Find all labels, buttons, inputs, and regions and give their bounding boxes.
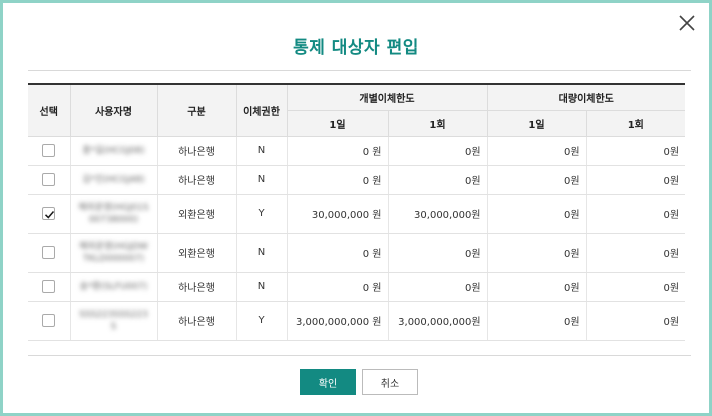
table-row: 홍*길(HCGJ08) 하나은행 N 0 원 0원 0원 0원	[28, 136, 686, 166]
category-cell: 하나은행	[157, 165, 237, 195]
ind-once-cell: 0원	[388, 272, 488, 302]
bulk-daily-cell: 0원	[487, 272, 587, 302]
bulk-once-cell: 0원	[586, 194, 686, 234]
row-checkbox[interactable]	[42, 207, 56, 220]
confirm-button[interactable]: 확인	[300, 369, 356, 395]
dialog-title: 통제 대상자 편입	[293, 38, 419, 58]
auth-cell: Y	[236, 194, 288, 234]
header-transfer-auth: 이체권한	[236, 83, 288, 137]
header-ind-once: 1회	[388, 110, 488, 137]
table-row: 해외운영(HGJDWTKLD000007) 외환은행 N 0 원 0원 0원 0…	[28, 233, 686, 273]
bulk-once-cell: 0원	[586, 301, 686, 341]
table-row: 김*진(HCGJ48) 하나은행 N 0 원 0원 0원 0원	[28, 165, 686, 195]
user-name-cell: 김*진(HCGJ48)	[82, 174, 145, 185]
header-category: 구분	[157, 83, 237, 137]
bulk-daily-cell: 0원	[487, 301, 587, 341]
ind-once-cell: 0원	[388, 136, 488, 166]
ind-once-cell: 0원	[388, 165, 488, 195]
auth-cell: N	[236, 165, 288, 195]
close-icon[interactable]	[677, 13, 697, 33]
header-bulk-daily: 1일	[487, 110, 587, 137]
bulk-once-cell: 0원	[586, 272, 686, 302]
ind-daily-cell: 0 원	[287, 272, 389, 302]
bulk-once-cell: 0원	[586, 136, 686, 166]
category-cell: 하나은행	[157, 272, 237, 302]
footer-divider	[28, 355, 691, 356]
row-checkbox[interactable]	[42, 314, 56, 327]
ind-once-cell: 0원	[388, 233, 488, 273]
check-icon	[45, 211, 55, 219]
user-name-cell: SSS223SSS223S	[79, 309, 148, 332]
title-divider	[28, 70, 691, 71]
auth-cell: N	[236, 233, 288, 273]
user-table: 선택 사용자명 구분 이체권한 개별이체한도 대량이체한도 1일 1회 1일 1…	[28, 83, 686, 341]
category-cell: 외환은행	[157, 233, 237, 273]
category-cell: 하나은행	[157, 136, 237, 166]
user-name-cell: 송*환(SLFU007)	[79, 281, 148, 292]
header-individual-limit: 개별이체한도	[287, 83, 488, 111]
category-cell: 외환은행	[157, 194, 237, 234]
table-row: 해외운영(HGJ01S00738000) 외환은행 Y 30,000,000 원…	[28, 194, 686, 234]
user-name-cell: 해외운영(HGJDWTKLD000007)	[79, 241, 148, 264]
header-select: 선택	[28, 83, 71, 137]
ind-once-cell: 3,000,000,000원	[388, 301, 488, 341]
table-row: 송*환(SLFU007) 하나은행 N 0 원 0원 0원 0원	[28, 272, 686, 302]
table-row: SSS223SSS223S 하나은행 Y 3,000,000,000 원 3,0…	[28, 301, 686, 341]
user-name-cell: 해외운영(HGJ01S00738000)	[78, 202, 149, 225]
ind-daily-cell: 0 원	[287, 165, 389, 195]
ind-daily-cell: 3,000,000,000 원	[287, 301, 389, 341]
bulk-once-cell: 0원	[586, 165, 686, 195]
ind-daily-cell: 30,000,000 원	[287, 194, 389, 234]
bulk-daily-cell: 0원	[487, 136, 587, 166]
row-checkbox[interactable]	[42, 246, 56, 259]
header-user-name: 사용자명	[70, 83, 158, 137]
bulk-daily-cell: 0원	[487, 233, 587, 273]
dialog-frame: 통제 대상자 편입 선택 사용자명 구분 이체권한 개별이체한도 대량이체한도 …	[0, 0, 712, 416]
user-name-cell: 홍*길(HCGJ08)	[82, 145, 145, 156]
auth-cell: N	[236, 136, 288, 166]
header-bulk-limit: 대량이체한도	[487, 83, 686, 111]
bulk-daily-cell: 0원	[487, 165, 587, 195]
row-checkbox[interactable]	[42, 173, 56, 186]
cancel-button[interactable]: 취소	[362, 369, 418, 395]
ind-once-cell: 30,000,000원	[388, 194, 488, 234]
auth-cell: N	[236, 272, 288, 302]
header-ind-daily: 1일	[287, 110, 389, 137]
bulk-once-cell: 0원	[586, 233, 686, 273]
row-checkbox[interactable]	[42, 280, 56, 293]
user-table-wrapper: 선택 사용자명 구분 이체권한 개별이체한도 대량이체한도 1일 1회 1일 1…	[28, 83, 686, 341]
row-checkbox[interactable]	[42, 144, 56, 157]
category-cell: 하나은행	[157, 301, 237, 341]
ind-daily-cell: 0 원	[287, 136, 389, 166]
bulk-daily-cell: 0원	[487, 194, 587, 234]
header-bulk-once: 1회	[586, 110, 686, 137]
ind-daily-cell: 0 원	[287, 233, 389, 273]
auth-cell: Y	[236, 301, 288, 341]
